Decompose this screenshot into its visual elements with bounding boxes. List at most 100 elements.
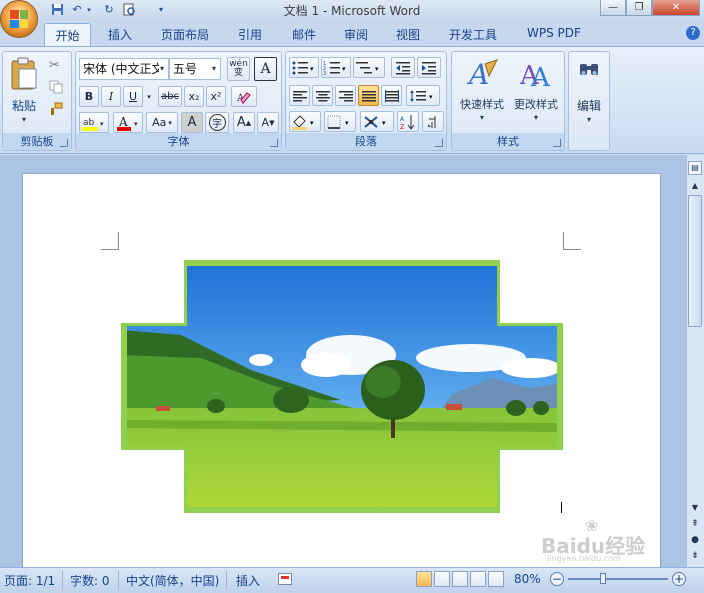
tab-mailings[interactable]: 邮件 [292, 26, 316, 43]
paragraph-launcher-icon[interactable] [435, 139, 443, 147]
enclose-characters-button[interactable]: 字 [205, 112, 229, 133]
clear-formatting-button[interactable]: A [231, 86, 257, 107]
print-layout-view-icon[interactable] [416, 571, 432, 587]
show-marks-button[interactable] [422, 111, 444, 132]
zoom-level[interactable]: 80% [514, 572, 541, 586]
full-screen-reading-icon[interactable] [434, 571, 450, 587]
grow-font-button[interactable]: A ▲ [233, 112, 255, 133]
sort-button[interactable]: AZ [397, 111, 419, 132]
numbering-button[interactable]: 1 2 3 ▾ [321, 57, 351, 78]
format-painter-icon[interactable] [49, 102, 63, 116]
insert-mode[interactable]: 插入 [236, 572, 260, 589]
tab-references[interactable]: 引用 [238, 26, 262, 43]
shrink-font-label: A [261, 116, 270, 129]
align-left-button[interactable] [289, 85, 310, 106]
office-button[interactable] [0, 0, 38, 38]
svg-text:Z: Z [400, 124, 404, 130]
underline-dropdown-icon[interactable]: ▾ [144, 86, 154, 107]
margin-corner-top-right [563, 232, 581, 250]
cut-icon[interactable]: ✂ [49, 58, 60, 73]
character-shading-button[interactable]: A [181, 112, 203, 133]
chinese-layout-button[interactable]: ▾ [360, 111, 394, 132]
restore-button[interactable]: ❐ [626, 0, 652, 16]
bold-button[interactable]: B [79, 86, 99, 107]
underline-button[interactable]: U [123, 86, 143, 107]
superscript-button[interactable]: x² [206, 86, 226, 107]
quick-styles-button[interactable]: A 快速样式 ▾ [455, 55, 509, 131]
vertical-scrollbar[interactable]: ▤ ▲ ▼ ⇞ ● ⇟ [686, 155, 704, 567]
tab-page-layout[interactable]: 页面布局 [161, 26, 209, 43]
clipboard-launcher-icon[interactable] [60, 139, 68, 147]
increase-indent-button[interactable] [417, 57, 441, 78]
close-button[interactable]: ✕ [652, 0, 700, 16]
paste-dropdown-icon: ▾ [21, 115, 26, 124]
italic-button[interactable]: I [101, 86, 121, 107]
font-group-label: 字体 [76, 133, 281, 150]
align-center-button[interactable] [312, 85, 333, 106]
highlight-button[interactable]: ab ▾ [79, 112, 109, 133]
ribbon-tabs: 开始 插入 页面布局 引用 邮件 审阅 视图 开发工具 WPS PDF [0, 20, 704, 46]
font-color-icon: A ▾ [117, 115, 138, 131]
font-launcher-icon[interactable] [270, 139, 278, 147]
strikethrough-button[interactable]: abc [158, 86, 182, 107]
font-color-button[interactable]: A ▾ [113, 112, 143, 133]
editing-button[interactable]: 编辑 ▾ [571, 55, 607, 147]
tab-home[interactable]: 开始 [44, 23, 91, 46]
scroll-thumb[interactable] [688, 195, 702, 327]
status-divider [62, 571, 63, 589]
character-border-button[interactable]: A [254, 57, 277, 81]
zoom-slider[interactable] [568, 573, 668, 584]
line-spacing-button[interactable]: ▾ [406, 85, 440, 106]
styles-launcher-icon[interactable] [553, 139, 561, 147]
previous-page-icon[interactable]: ⇞ [688, 517, 702, 531]
zoom-in-icon[interactable]: + [672, 572, 686, 586]
scroll-up-icon[interactable]: ▲ [688, 179, 702, 193]
inserted-picture[interactable] [121, 260, 563, 513]
justify-button[interactable] [358, 85, 379, 106]
font-size-combo[interactable]: 五号 ▾ [169, 58, 221, 80]
minimize-button[interactable]: — [600, 0, 626, 16]
tab-view[interactable]: 视图 [396, 26, 420, 43]
outline-view-icon[interactable] [470, 571, 486, 587]
font-name-combo[interactable]: 宋体 (中文正文 ▾ [79, 58, 169, 80]
paste-button[interactable]: 粘贴 ▾ [6, 55, 42, 129]
subscript-button[interactable]: x₂ [184, 86, 204, 107]
distributed-button[interactable] [381, 85, 402, 106]
web-layout-icon[interactable] [452, 571, 468, 587]
shading-button[interactable]: ▾ [289, 111, 321, 132]
styles-group-label: 样式 [452, 133, 564, 150]
tab-insert[interactable]: 插入 [108, 26, 132, 43]
chevron-down-icon: ▾ [211, 64, 216, 73]
document-page[interactable]: ❀ Baidu经验 jingyan.baidu.com [22, 173, 661, 573]
change-styles-button[interactable]: AA 更改样式 ▾ [509, 55, 563, 131]
bullets-button[interactable]: ▾ [289, 57, 319, 78]
copy-icon[interactable] [49, 80, 63, 94]
macro-record-icon[interactable] [278, 573, 292, 585]
change-case-button[interactable]: Aa ▾ [146, 112, 178, 133]
align-right-button[interactable] [335, 85, 356, 106]
phonetic-guide-button[interactable]: wén 变 [227, 57, 250, 81]
select-browse-object-icon[interactable]: ● [688, 533, 702, 547]
chinese-layout-icon: ▾ [364, 115, 386, 128]
draft-view-icon[interactable] [488, 571, 504, 587]
borders-button[interactable]: ▾ [324, 111, 356, 132]
tab-review[interactable]: 审阅 [344, 26, 368, 43]
multilevel-list-button[interactable]: ▾ [353, 57, 385, 78]
tab-developer[interactable]: 开发工具 [449, 26, 497, 43]
next-page-icon[interactable]: ⇟ [688, 549, 702, 563]
zoom-slider-thumb[interactable] [600, 573, 606, 584]
help-icon[interactable]: ? [686, 26, 700, 40]
page-count[interactable]: 页面: 1/1 [4, 572, 55, 589]
language[interactable]: 中文(简体，中国) [126, 572, 219, 589]
font-size-value: 五号 [173, 62, 198, 76]
word-count[interactable]: 字数: 0 [70, 572, 110, 589]
zoom-out-icon[interactable]: − [550, 572, 564, 586]
ruler-toggle-icon[interactable]: ▤ [688, 161, 702, 175]
decrease-indent-button[interactable] [391, 57, 415, 78]
scroll-down-icon[interactable]: ▼ [688, 501, 702, 515]
tab-wps-pdf[interactable]: WPS PDF [527, 26, 581, 40]
numbered-list-icon: 123▾ [323, 61, 346, 76]
decrease-indent-icon [396, 61, 410, 74]
status-divider [226, 571, 227, 589]
shrink-font-button[interactable]: A ▼ [257, 112, 279, 133]
